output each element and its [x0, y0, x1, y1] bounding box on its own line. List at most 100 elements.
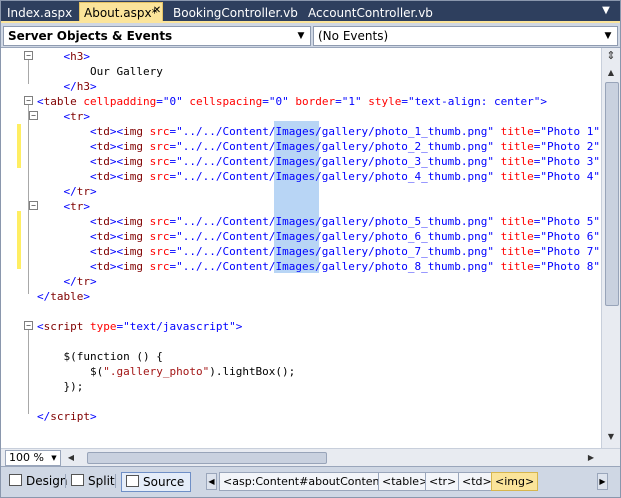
code-line[interactable]: <td><img src="../../Content/Images/galle… — [37, 139, 600, 154]
code-token: cellspacing — [182, 95, 263, 108]
code-token: h3 — [76, 80, 90, 93]
chevron-down-icon[interactable]: ▼ — [49, 451, 59, 465]
collapse-script-icon[interactable]: − — [24, 321, 33, 330]
path-scroll-right-icon[interactable]: ▶ — [597, 473, 608, 490]
chevron-down-icon[interactable]: ▼ — [601, 27, 615, 45]
code-token: "Photo 4" — [540, 170, 600, 183]
code-token: src — [142, 245, 170, 258]
code-token: border — [288, 95, 336, 108]
code-line[interactable]: <td><img src="../../Content/Images/galle… — [37, 259, 600, 274]
scroll-down-icon[interactable]: ▼ — [604, 430, 618, 444]
code-token: src — [142, 215, 170, 228]
source-view-button[interactable]: Source — [121, 472, 192, 492]
code-line[interactable]: <td><img src="../../Content/Images/galle… — [37, 214, 600, 229]
scroll-right-icon[interactable]: ▶ — [585, 451, 597, 464]
code-token: title — [494, 125, 534, 138]
code-token: > — [90, 185, 97, 198]
code-token: type — [83, 320, 117, 333]
split-view-button[interactable]: Split — [71, 472, 115, 490]
code-token: = — [156, 95, 163, 108]
code-token: < — [89, 215, 97, 228]
code-line[interactable]: </h3> — [37, 79, 97, 94]
code-token: ).lightBox(); — [209, 365, 296, 378]
editor-window: Index.aspx About.aspx* ✕ BookingControll… — [0, 0, 621, 498]
tab-accountcontroller-vb[interactable]: AccountController.vb — [304, 3, 437, 23]
code-editor[interactable]: − − − − − <h3> Our Gallery </h3> <table c… — [1, 48, 601, 448]
scroll-up-icon[interactable]: ▲ — [604, 66, 618, 80]
code-token: "0" — [162, 95, 183, 108]
scroll-left-icon[interactable]: ◀ — [65, 451, 77, 464]
split-view-icon — [71, 474, 84, 486]
code-line[interactable]: $(function () { — [37, 349, 162, 364]
server-objects-combo-value: Server Objects & Events — [8, 29, 173, 43]
source-view-icon — [126, 475, 139, 487]
code-token: < — [89, 230, 97, 243]
code-line[interactable]: </table> — [37, 289, 90, 304]
design-view-button[interactable]: Design — [9, 472, 67, 490]
document-tab-strip: Index.aspx About.aspx* ✕ BookingControll… — [1, 1, 620, 24]
code-token: td — [96, 215, 110, 228]
code-token: > — [235, 320, 243, 333]
code-line[interactable]: <tr> — [37, 199, 91, 214]
zoom-combo[interactable]: 100 % ▼ — [5, 450, 61, 466]
code-line[interactable]: <td><img src="../../Content/Images/galle… — [37, 244, 600, 259]
code-token: src — [142, 260, 170, 273]
code-line[interactable]: <table cellpadding="0" cellspacing="0" b… — [37, 94, 547, 109]
code-line[interactable]: <h3> — [37, 49, 91, 64]
breadcrumb-tr[interactable]: <tr> — [425, 472, 461, 491]
server-objects-combo[interactable]: Server Objects & Events ▼ — [3, 26, 311, 46]
code-line[interactable]: <td><img src="../../Content/Images/galle… — [37, 154, 600, 169]
code-line[interactable]: <td><img src="../../Content/Images/galle… — [37, 169, 600, 184]
code-line[interactable]: $(".gallery_photo").lightBox(); — [37, 364, 295, 379]
vertical-scroll-thumb[interactable] — [605, 82, 619, 306]
tab-list-dropdown-icon[interactable]: ▼ — [600, 4, 612, 18]
code-line[interactable]: <td><img src="../../Content/Images/galle… — [37, 124, 600, 139]
tab-index-aspx[interactable]: Index.aspx — [3, 3, 76, 23]
code-line[interactable]: </script> — [37, 409, 97, 424]
code-line[interactable]: Our Gallery — [37, 64, 163, 79]
code-token: < — [89, 245, 97, 258]
code-token: tr — [76, 275, 90, 288]
code-token: td — [96, 155, 110, 168]
code-token: </ — [37, 410, 51, 423]
events-combo-value: (No Events) — [318, 29, 389, 43]
code-line[interactable]: </tr> — [37, 274, 97, 289]
code-token: src — [142, 155, 170, 168]
code-token: < — [89, 260, 97, 273]
code-token: "Photo 2" — [540, 140, 600, 153]
close-tab-icon[interactable]: ✕ — [151, 3, 163, 19]
collapse-table-icon[interactable]: − — [24, 96, 33, 105]
tab-bookingcontroller-vb[interactable]: BookingController.vb — [169, 3, 302, 23]
code-token: < — [89, 125, 97, 138]
code-token: >< — [109, 125, 124, 138]
code-token: > — [83, 50, 90, 63]
breadcrumb-img[interactable]: <img> — [491, 472, 539, 491]
chevron-down-icon[interactable]: ▼ — [294, 27, 308, 45]
code-line[interactable]: </tr> — [37, 184, 97, 199]
code-token: </ — [63, 185, 77, 198]
code-token: < — [89, 170, 97, 183]
code-token: "text-align: center" — [407, 95, 541, 108]
code-token: >< — [109, 140, 124, 153]
outline-guide — [28, 104, 29, 294]
events-combo[interactable]: (No Events) ▼ — [313, 26, 618, 46]
breadcrumb-asp-content[interactable]: <asp:Content#aboutContent> — [219, 472, 398, 491]
code-line[interactable]: <script type="text/javascript"> — [37, 319, 242, 334]
collapse-h3-icon[interactable]: − — [24, 51, 33, 60]
code-token: td — [96, 170, 110, 183]
design-view-icon — [9, 474, 22, 486]
code-line[interactable]: <td><img src="../../Content/Images/galle… — [37, 229, 600, 244]
path-scroll-left-icon[interactable]: ◀ — [206, 473, 217, 490]
code-token: td — [96, 260, 110, 273]
code-token: > — [90, 80, 97, 93]
code-token: > — [90, 410, 97, 423]
horizontal-scroll-thumb[interactable] — [87, 452, 327, 464]
code-token: > — [90, 275, 97, 288]
code-line[interactable]: <tr> — [37, 109, 91, 124]
vertical-scrollbar[interactable]: ⇕ ▲ ▼ — [601, 48, 620, 448]
code-line[interactable]: }); — [37, 379, 83, 394]
code-token: = — [262, 95, 269, 108]
split-handle-icon[interactable]: ⇕ — [604, 50, 618, 62]
